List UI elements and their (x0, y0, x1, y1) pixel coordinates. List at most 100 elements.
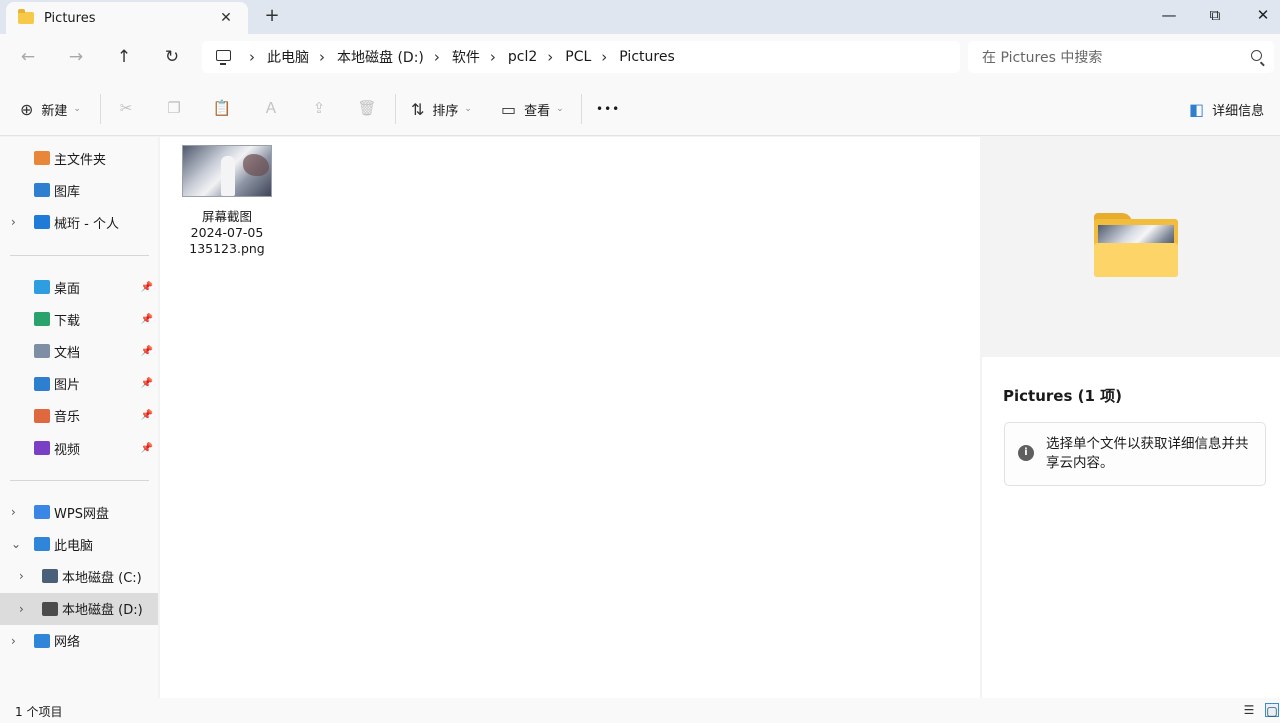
paste-icon[interactable]: 📋 (211, 97, 233, 119)
large-icons-view-icon[interactable]: ▢ (1265, 703, 1279, 718)
refresh-button[interactable]: ↻ (159, 45, 185, 69)
sidebar-item[interactable]: 图库 (0, 174, 158, 206)
sidebar-item[interactable]: › WPS网盘 (0, 496, 158, 528)
download-icon (34, 312, 50, 327)
sidebar-item-label: 网络 (54, 635, 81, 651)
address-bar[interactable]: › 此电脑 › 本地磁盘 (D:) › 软件 › pcl2 › PCL › Pictures (202, 41, 960, 73)
new-label: 新建 (41, 103, 68, 119)
breadcrumb-item[interactable]: 软件 (452, 47, 480, 67)
chevron-right-icon[interactable]: › (319, 48, 325, 66)
sidebar-item[interactable]: 下载 📌 (0, 303, 158, 335)
minimize-button[interactable]: — (1146, 0, 1192, 32)
computer-icon (216, 49, 231, 65)
breadcrumb-item[interactable]: 本地磁盘 (D:) (337, 47, 424, 67)
breadcrumb-item[interactable]: 此电脑 (267, 47, 309, 67)
documents-icon (34, 344, 50, 359)
search-input[interactable]: 在 Pictures 中搜索 (968, 41, 1274, 73)
toolbar-divider (581, 94, 582, 124)
music-icon (34, 408, 50, 423)
chevron-right-icon[interactable]: › (490, 48, 496, 66)
up-button[interactable]: ↑ (111, 45, 137, 69)
pin-icon[interactable]: 📌 (141, 378, 153, 389)
sidebar-item[interactable]: › 网络 (0, 625, 158, 657)
sidebar-item[interactable]: 音乐 📌 (0, 400, 158, 432)
videos-icon (34, 441, 50, 455)
pin-icon[interactable]: 📌 (141, 410, 153, 421)
toolbar-divider (395, 94, 396, 124)
chevron-right-icon[interactable]: › (434, 48, 440, 66)
back-button[interactable]: ← (15, 45, 41, 69)
details-pane-button[interactable]: ◧ 详细信息 (1189, 98, 1264, 120)
plus-circle-icon: ⊕ (20, 99, 34, 119)
chevron-right-icon[interactable]: › (11, 215, 16, 229)
file-item[interactable]: 屏幕截图 2024-07-05 135123.png (180, 145, 274, 257)
copy-icon[interactable]: ❐ (163, 97, 185, 119)
address-row: ← → ↑ ↻ › 此电脑 › 本地磁盘 (D:) › 软件 › pcl2 › PCL › Pictu… (0, 34, 1280, 80)
chevron-down-icon: ⌄ (556, 104, 564, 114)
chevron-right-icon[interactable]: › (19, 602, 24, 616)
view-icon: ▭ (501, 99, 517, 119)
file-list[interactable]: 屏幕截图 2024-07-05 135123.png (160, 137, 980, 698)
more-options-button[interactable]: ••• (596, 98, 620, 120)
onedrive-icon (34, 215, 50, 229)
cut-icon[interactable]: ✂ (115, 97, 137, 119)
sidebar-item[interactable]: › 械珩 - 个人 (0, 206, 158, 238)
breadcrumb-item[interactable]: PCL (565, 49, 591, 65)
sidebar-item[interactable]: › 本地磁盘 (D:) (0, 592, 158, 625)
view-label: 查看 (524, 103, 551, 119)
command-bar: ⊕ 新建 ⌄ ✂ ❐ 📋 Ａ ⇪ 🗑 ⇅ 排序 ⌄ ▭ 查看 ⌄ ••• ◧ 详… (0, 80, 1280, 136)
tab-title: Pictures (44, 10, 96, 26)
image-thumbnail (182, 145, 272, 197)
pin-icon[interactable]: 📌 (141, 346, 153, 357)
sidebar-item[interactable]: 桌面 📌 (0, 271, 158, 303)
chevron-right-icon[interactable]: › (11, 634, 16, 648)
sidebar-item-label: 桌面 (54, 281, 81, 297)
sidebar-divider (10, 255, 149, 256)
chevron-right-icon[interactable]: › (19, 569, 24, 583)
sidebar-item[interactable]: 图片 📌 (0, 368, 158, 400)
details-view-icon[interactable]: ☰ (1242, 703, 1256, 717)
rename-icon[interactable]: Ａ (260, 97, 282, 119)
preview-area (982, 137, 1280, 357)
sidebar-item-label: 主文件夹 (54, 152, 107, 168)
sidebar-item[interactable]: › 本地磁盘 (C:) (0, 560, 158, 592)
breadcrumb-item[interactable]: Pictures (619, 49, 674, 65)
chevron-right-icon[interactable]: › (547, 48, 553, 66)
details-pane-icon: ◧ (1189, 99, 1205, 119)
new-button[interactable]: ⊕ 新建 ⌄ (20, 98, 81, 120)
sidebar-item[interactable]: 文档 📌 (0, 335, 158, 367)
wps-cloud-icon (34, 505, 50, 519)
sidebar-item[interactable]: 视频 📌 (0, 432, 158, 464)
chevron-right-icon[interactable]: › (249, 48, 255, 66)
close-button[interactable]: ✕ (1240, 0, 1280, 32)
tab-pictures[interactable]: Pictures ✕ (6, 2, 248, 34)
view-button[interactable]: ▭ 查看 ⌄ (501, 98, 564, 120)
restore-button[interactable]: ⧉ (1192, 0, 1238, 32)
desktop-icon (34, 280, 50, 294)
pin-icon[interactable]: 📌 (141, 443, 153, 454)
new-tab-button[interactable]: + (262, 6, 282, 26)
breadcrumb-item[interactable]: pcl2 (508, 49, 537, 65)
home-icon (34, 151, 50, 165)
delete-icon[interactable]: 🗑 (356, 97, 378, 119)
pin-icon[interactable]: 📌 (141, 314, 153, 325)
status-bar: 1 个项目 ☰ ▢ (0, 698, 1280, 723)
sidebar-item[interactable]: ⌄ 此电脑 (0, 528, 158, 560)
sidebar-item-label: 下载 (54, 313, 81, 329)
chevron-down-icon[interactable]: ⌄ (11, 537, 21, 551)
share-icon[interactable]: ⇪ (308, 97, 330, 119)
item-count: 1 个项目 (15, 705, 63, 719)
forward-button[interactable]: → (63, 45, 89, 69)
chevron-right-icon[interactable]: › (11, 505, 16, 519)
sidebar-divider (10, 480, 149, 481)
sort-button[interactable]: ⇅ 排序 ⌄ (411, 98, 472, 120)
drive-c-icon (42, 569, 58, 584)
sort-label: 排序 (432, 103, 459, 119)
sidebar-item[interactable]: 主文件夹 (0, 142, 158, 174)
chevron-right-icon[interactable]: › (601, 48, 607, 66)
pin-icon[interactable]: 📌 (141, 282, 153, 293)
tab-close-icon[interactable]: ✕ (216, 8, 236, 28)
drive-d-icon (42, 601, 58, 616)
search-placeholder: 在 Pictures 中搜索 (982, 50, 1103, 66)
sidebar-item-label: 视频 (54, 442, 81, 458)
